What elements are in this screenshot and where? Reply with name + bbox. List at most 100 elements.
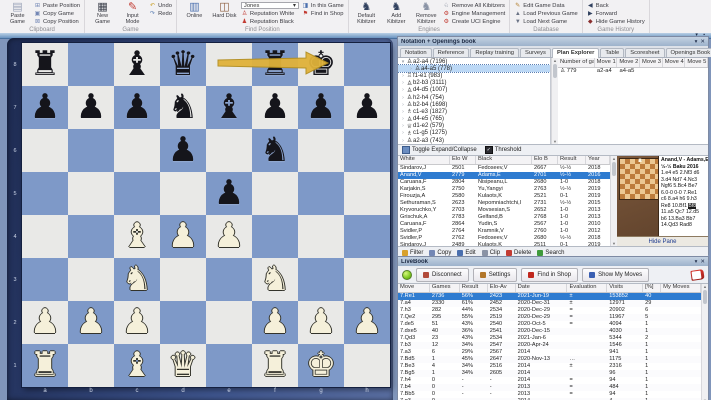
tab-table[interactable]: Table (600, 48, 624, 57)
square-f5[interactable] (252, 172, 298, 215)
black-pawn[interactable]: ♟ (252, 86, 298, 129)
search-button[interactable]: Search (537, 250, 564, 256)
white-pawn[interactable]: ♟ (344, 301, 390, 344)
square-h5[interactable] (344, 172, 390, 215)
plan-tree-item[interactable]: ›♙b2-b3 (3111) (398, 80, 550, 87)
square-f3[interactable]: ♞ (252, 258, 298, 301)
plan-tree-item[interactable]: ›♙a4-a5 (778) (398, 65, 550, 72)
close-icon[interactable]: ✕ (700, 39, 705, 45)
square-e8[interactable] (206, 43, 252, 86)
square-e4[interactable]: ♟ (206, 215, 252, 258)
black-rook[interactable]: ♜ (252, 43, 298, 86)
ribbon-item-copy-position[interactable]: ⊠Copy Position (34, 18, 80, 25)
plan-tree-item[interactable]: ▾♙a2-a4 (7196) (398, 58, 550, 65)
white-pawn[interactable]: ♟ (298, 301, 344, 344)
game-row[interactable]: Firouzja,A2580Kulaots,K25210-12019 (398, 193, 610, 200)
tab-openings-book[interactable]: Openings Book (666, 48, 711, 57)
square-e7[interactable]: ♝ (206, 86, 252, 129)
white-pawn[interactable]: ♟ (68, 301, 114, 344)
square-c2[interactable]: ♟ (114, 301, 160, 344)
ribbon-item-copy-game[interactable]: ▣Copy Game (34, 10, 80, 17)
current-move[interactable]: Bf8 (688, 203, 696, 209)
game-row[interactable]: Anand,V2779Adams,E2701½-½2016 (398, 172, 610, 179)
square-g8[interactable]: ♚ (298, 43, 344, 86)
ribbon-item-paste-game[interactable]: ▤Paste Game (4, 1, 31, 25)
square-d5[interactable] (160, 172, 206, 215)
square-c5[interactable] (114, 172, 160, 215)
square-a1[interactable]: ♜ (22, 344, 68, 387)
square-g1[interactable]: ♚ (298, 344, 344, 387)
square-a3[interactable] (22, 258, 68, 301)
square-b4[interactable] (68, 215, 114, 258)
livebook-row[interactable]: 7.h40--2014=941 (398, 377, 701, 384)
ribbon-item-add-kibitzer[interactable]: ♞Add Kibitzer (383, 1, 410, 25)
plan-tree-item[interactable]: ›♙h2-h4 (754) (398, 94, 550, 101)
show-my-moves-button[interactable]: Show My Moves (582, 268, 649, 282)
square-f8[interactable]: ♜ (252, 43, 298, 86)
column-header-evaluation[interactable]: Evaluation (567, 284, 607, 292)
white-pawn[interactable]: ♟ (22, 301, 68, 344)
white-king[interactable]: ♚ (298, 344, 344, 387)
square-f2[interactable]: ♟ (252, 301, 298, 344)
ribbon-item-forward[interactable]: ▶Forward (587, 10, 645, 17)
column-header[interactable]: Move 2 (617, 58, 640, 67)
ribbon-item-hide-game-history[interactable]: ◆Hide Game History (587, 18, 645, 25)
toggle-expand-collapse-button[interactable]: Toggle Expand/Collapse (402, 146, 477, 154)
white-bishop[interactable]: ♝ (114, 215, 160, 258)
square-d6[interactable]: ♟ (160, 129, 206, 172)
ribbon-item-input-mode[interactable]: ✎Input Mode (119, 1, 146, 25)
column-header-date[interactable]: Date (516, 284, 568, 292)
column-header-black[interactable]: Black (476, 156, 532, 164)
column-header[interactable]: Move 4 (663, 58, 686, 67)
square-h3[interactable] (344, 258, 390, 301)
column-header-visits[interactable]: Visits (607, 284, 643, 292)
pin-icon[interactable]: ▾ (695, 39, 698, 45)
ribbon-item-hard-disk[interactable]: ◫Hard Disk (211, 1, 238, 20)
tab-plan-explorer[interactable]: Plan Explorer (552, 48, 599, 58)
square-h4[interactable] (344, 215, 390, 258)
games-table-scrollbar[interactable]: ▲▼ (610, 156, 617, 246)
white-bishop[interactable]: ♝ (114, 344, 160, 387)
clip-button[interactable]: Clip (482, 250, 500, 256)
ribbon-item-load-next-game[interactable]: ▼Load Next Game (514, 18, 577, 25)
square-g6[interactable] (298, 129, 344, 172)
square-c8[interactable]: ♝ (114, 43, 160, 86)
square-e2[interactable] (206, 301, 252, 344)
plan-tree-item[interactable]: ›♕d1-e2 (579) (398, 123, 550, 130)
livebook-row[interactable]: 7.a3629%256720149411 (398, 349, 701, 356)
column-header-result[interactable]: Result (558, 156, 586, 164)
white-pawn[interactable]: ♟ (206, 215, 252, 258)
game-row[interactable]: Svidler,P2762Fedoseev,V2680½-½2018 (398, 235, 610, 242)
square-g2[interactable]: ♟ (298, 301, 344, 344)
plan-tree-scrollbar[interactable]: ▲▼ (551, 58, 558, 144)
white-queen[interactable]: ♛ (160, 344, 206, 387)
livebook-row[interactable]: 7.Be3434%25162014±23161 (398, 363, 701, 370)
notation-title-bar[interactable]: Notation + Openings book ▾ ✕ (398, 37, 708, 46)
ribbon-item-redo[interactable]: ↷Redo (149, 10, 172, 17)
white-knight[interactable]: ♞ (114, 258, 160, 301)
square-b3[interactable] (68, 258, 114, 301)
ribbon-item-engine-management[interactable]: ⚙Engine Management (443, 10, 506, 17)
livebook-title-bar[interactable]: LiveBook ▾ ✕ (398, 257, 708, 266)
preview-notation[interactable]: Anand,V - Adams,E½-½ Baku 20161.e4 e5 2.… (658, 156, 708, 237)
plan-table-row[interactable]: ♙ 779a2-a4a4-a5 (558, 68, 708, 76)
ribbon-item-create-uci-engine[interactable]: ⚙Create UCI Engine (443, 18, 506, 25)
column-header-[interactable]: [%] (643, 284, 661, 292)
tab-scoresheet[interactable]: Scoresheet (625, 48, 664, 57)
square-f6[interactable]: ♞ (252, 129, 298, 172)
white-rook[interactable]: ♜ (252, 344, 298, 387)
hide-pane-button[interactable]: Hide Pane (617, 236, 708, 246)
threshold-checkbox[interactable]: ✓ Threshold (485, 146, 522, 154)
ribbon-item-reputation-white[interactable]: ♙Reputation White (241, 10, 299, 17)
tab-reference[interactable]: Reference (433, 48, 470, 57)
livebook-row[interactable]: 7.Bb50--2013=941 (398, 391, 701, 398)
game-row[interactable]: Sindarov,J2489Kulaots,K25110-12019 (398, 242, 610, 246)
ribbon-item-default-kibitzer[interactable]: ♞Default Kibitzer (353, 1, 380, 25)
plan-tree-item[interactable]: ›♙d4-d5 (1007) (398, 87, 550, 94)
game-row[interactable]: Caruana,F2804Nisipeanu,L26801-02018 (398, 179, 610, 186)
settings-button[interactable]: Settings (473, 268, 518, 282)
black-king[interactable]: ♚ (298, 43, 344, 86)
livebook-row[interactable]: 7.b31234%25472020-Apr-2415461 (398, 342, 701, 349)
ribbon-item-remove-all-kibitzers[interactable]: ♘Remove All Kibitzers (443, 2, 506, 9)
black-pawn[interactable]: ♟ (298, 86, 344, 129)
